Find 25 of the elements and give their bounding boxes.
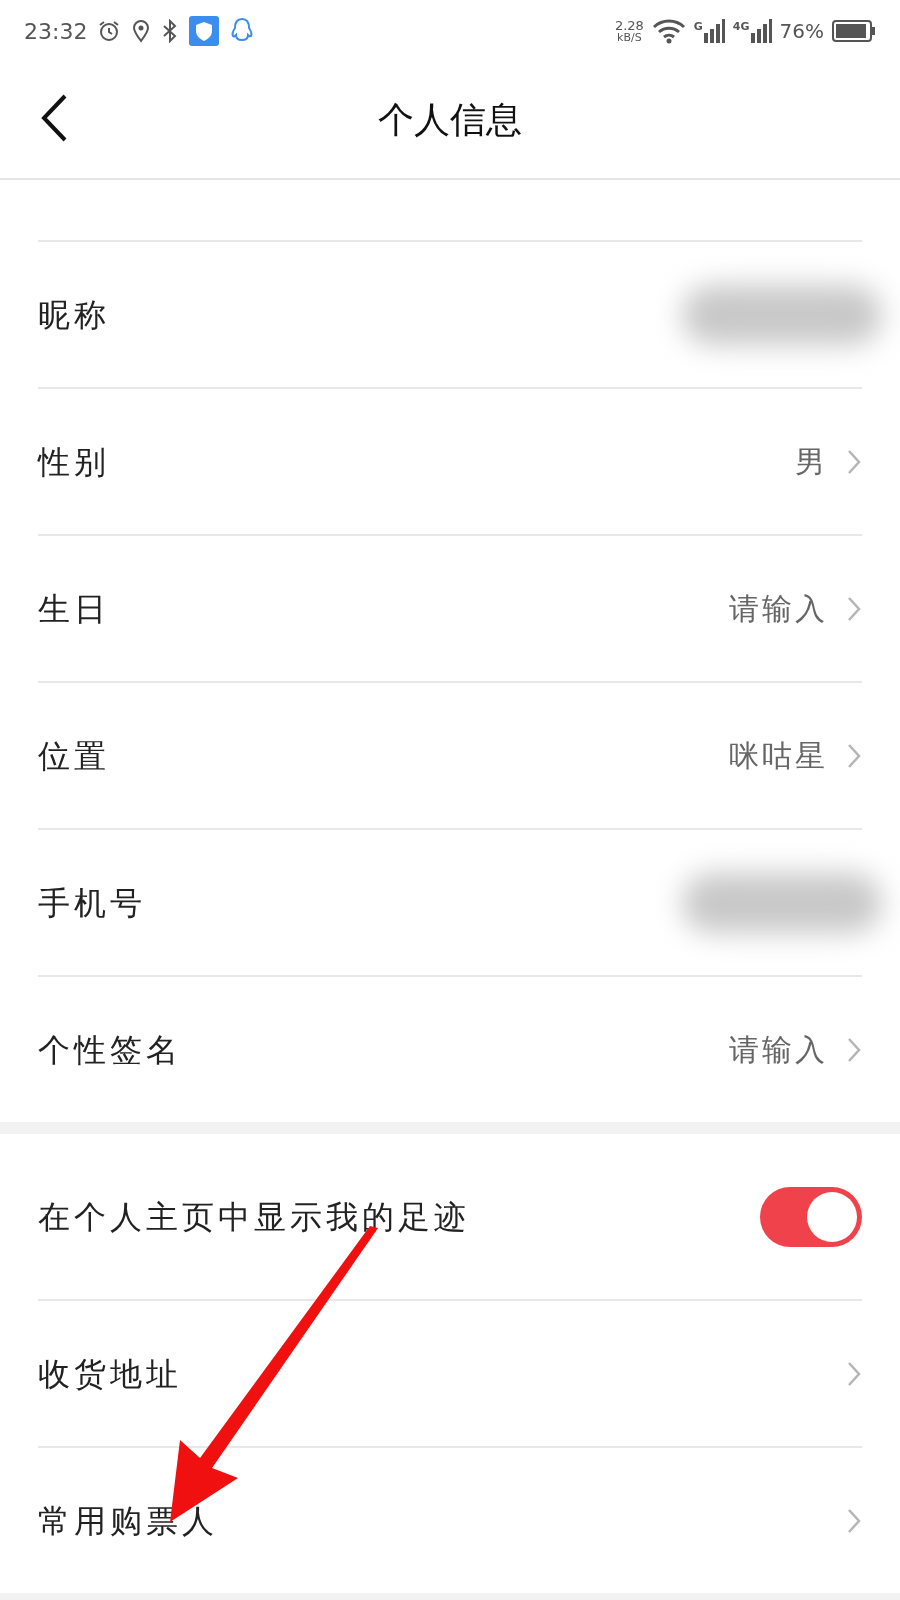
network-speed: 2.28 bbox=[614, 19, 644, 32]
page-title: 个人信息 bbox=[378, 98, 522, 142]
row-label: 性别 bbox=[38, 441, 110, 483]
row-value: 请输入 bbox=[729, 590, 828, 628]
location-icon bbox=[131, 19, 152, 43]
battery-percent: 76% bbox=[779, 18, 824, 45]
speed-unit: kB/S bbox=[617, 32, 642, 43]
signal-icon bbox=[702, 19, 725, 43]
wifi-icon bbox=[651, 18, 686, 44]
row-value: 男 bbox=[795, 443, 828, 481]
row-label: 个性签名 bbox=[38, 1029, 182, 1071]
shield-icon bbox=[189, 16, 220, 46]
row-label: 收货地址 bbox=[38, 1353, 182, 1395]
row-label: 昵称 bbox=[38, 294, 110, 336]
network-type: G bbox=[693, 19, 703, 35]
row-label: 位置 bbox=[38, 735, 110, 777]
row-value: 请输入 bbox=[729, 1031, 828, 1069]
row-value: 咪咕星 bbox=[729, 737, 828, 775]
clock-time: 23:32 bbox=[24, 17, 88, 46]
back-icon bbox=[39, 93, 69, 143]
signal-icon bbox=[749, 19, 772, 43]
row-label: 手机号 bbox=[38, 882, 146, 924]
row-label: 生日 bbox=[38, 588, 110, 630]
battery-icon bbox=[832, 19, 876, 43]
network-type: 4G bbox=[732, 19, 750, 35]
